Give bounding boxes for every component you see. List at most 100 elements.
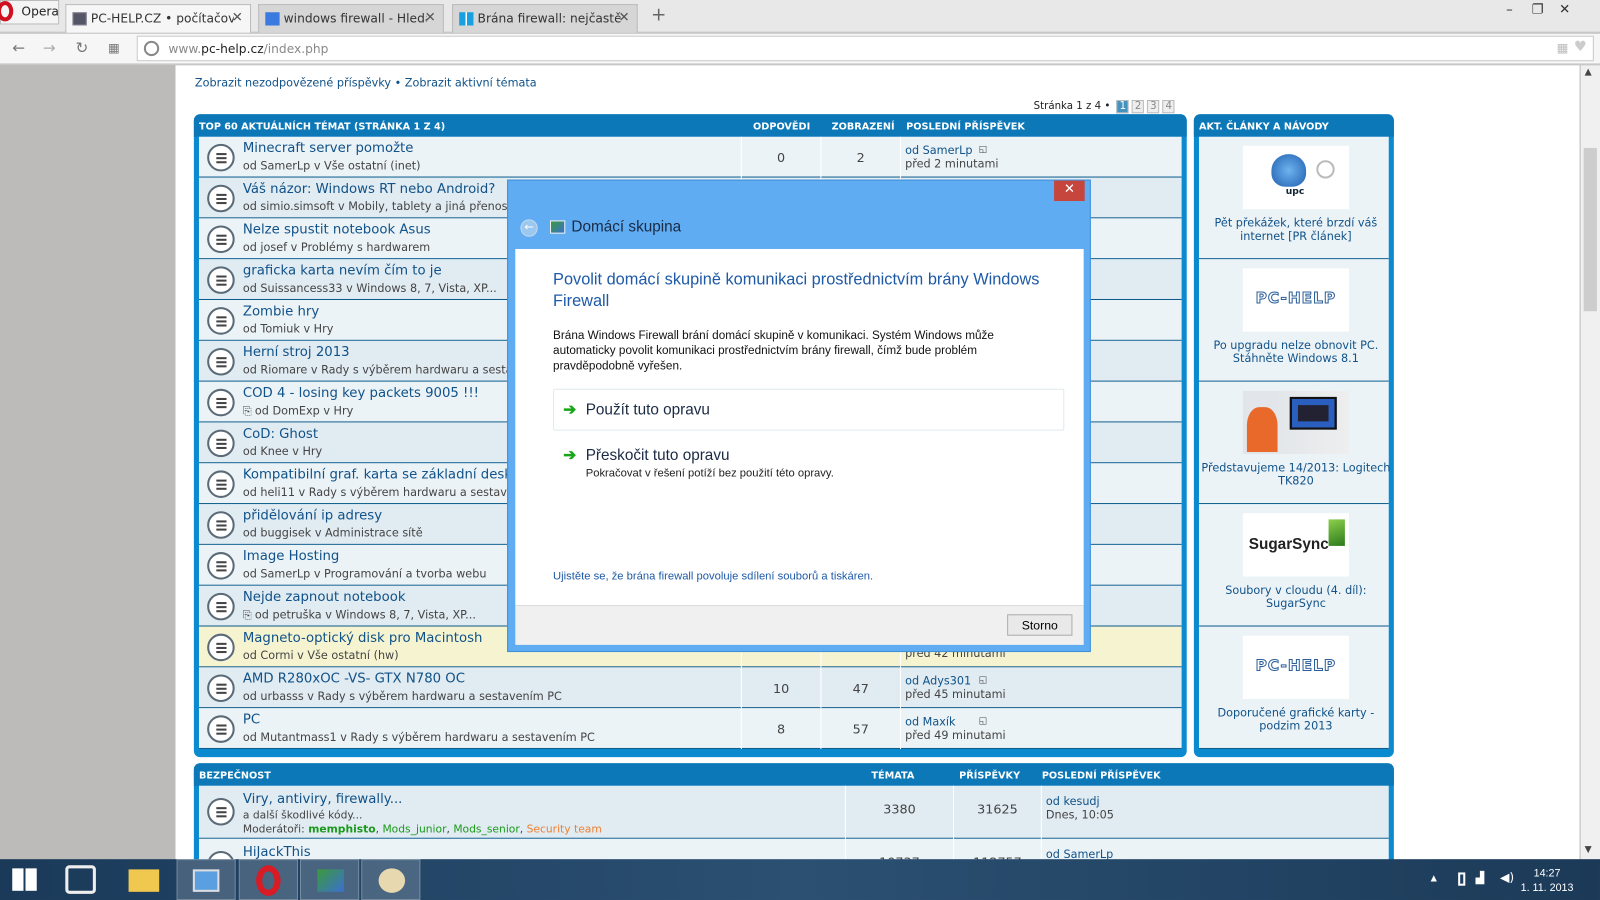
tray-expand-icon[interactable]: ▲: [1431, 873, 1437, 882]
topic-title-link[interactable]: přidělování ip adresy: [243, 508, 382, 523]
tab-label: PC-HELP.CZ • počítačové fórum: [90, 11, 234, 26]
article-card[interactable]: PC-HELP Doporučené grafické karty - podzi…: [1198, 626, 1389, 749]
last-post-author-link[interactable]: od Maxík: [905, 715, 1006, 728]
topic-title-link[interactable]: CoD: Ghost: [243, 427, 318, 442]
url-input[interactable]: www.pc-help.cz/index.php ▦ ♥: [136, 35, 1594, 62]
speed-dial-icon[interactable]: ▦: [108, 41, 120, 55]
article-title-link[interactable]: Doporučené grafické karty - podzim 2013: [1199, 706, 1393, 733]
tab-google[interactable]: windows firewall - Hledat Googlem✕: [258, 4, 444, 33]
taskbar-paint[interactable]: [361, 859, 421, 900]
moderator-link[interactable]: Mods_senior: [453, 823, 519, 835]
topic-title-link[interactable]: Minecraft server pomožte: [243, 141, 414, 156]
topic-row[interactable]: AMD R280xOC -VS- GTX N780 OC od urbasss v…: [198, 667, 1182, 709]
page-link-1[interactable]: 1: [1116, 99, 1129, 114]
article-image-pc-help[interactable]: PC-HELP: [1242, 268, 1349, 332]
topic-title-link[interactable]: graficka karta nevím čím to je: [243, 263, 442, 278]
lines-icon: [216, 561, 227, 572]
topic-title-link[interactable]: COD 4 - losing key packets 9005 !!!: [243, 386, 479, 401]
back-button[interactable]: ←: [12, 39, 25, 57]
view-latest-icon[interactable]: ◱: [979, 674, 988, 687]
taskbar-explorer[interactable]: [114, 859, 173, 900]
article-title-link[interactable]: Po upgradu nelze obnovit PC. Stáhněte Wi…: [1199, 339, 1393, 366]
maximize-button[interactable]: ❐: [1532, 2, 1544, 17]
view-latest-icon[interactable]: ◱: [979, 715, 988, 728]
close-tab-icon[interactable]: ✕: [618, 10, 629, 25]
taskbar-control-panel[interactable]: [176, 859, 236, 900]
article-title-link[interactable]: Pět překážek, které brzdí váš internet […: [1199, 216, 1393, 243]
dialog-close-button[interactable]: ✕: [1054, 180, 1085, 202]
reload-button[interactable]: ↻: [76, 39, 89, 57]
close-tab-icon[interactable]: ✕: [425, 10, 436, 25]
topic-title-link[interactable]: Magneto-optický disk pro Macintosh: [243, 631, 483, 646]
article-card[interactable]: SugarSync Soubory v cloudu (4. díl): Suga…: [1198, 504, 1389, 627]
topic-title-link[interactable]: Váš názor: Windows RT nebo Android?: [243, 182, 495, 197]
moderator-link[interactable]: memphisto: [308, 823, 375, 835]
apply-fix-option[interactable]: ➔ Použít tuto opravu: [553, 388, 1065, 431]
heart-icon[interactable]: ♥: [1574, 39, 1587, 55]
topic-meta-text: od petruška v Windows 8, 7, Vista, XP...: [254, 608, 476, 622]
forum-row[interactable]: Viry, antiviry, firewally... a další škod…: [198, 785, 1389, 839]
article-image-sugarsync[interactable]: SugarSync: [1242, 513, 1349, 577]
volume-icon[interactable]: ◀): [1500, 870, 1514, 884]
firewall-sharing-link[interactable]: Ujistěte se, že brána firewall povoluje …: [553, 570, 873, 582]
view-latest-icon[interactable]: ◱: [979, 144, 988, 157]
topic-title-link[interactable]: AMD R280xOC -VS- GTX N780 OC: [243, 671, 465, 686]
scroll-up-icon[interactable]: ▲: [1585, 67, 1592, 77]
forward-button[interactable]: →: [43, 39, 56, 57]
page-link-4[interactable]: 4: [1162, 99, 1175, 114]
forum-title-link[interactable]: HiJackThis: [243, 845, 311, 860]
topic-read-icon: [207, 633, 235, 662]
tab-pc-help[interactable]: PC-HELP.CZ • počítačové fórum✕: [65, 4, 252, 33]
close-tab-icon[interactable]: ✕: [232, 10, 243, 25]
close-window-button[interactable]: ✕: [1559, 2, 1570, 17]
cancel-button[interactable]: Storno: [1007, 614, 1073, 636]
topic-title-link[interactable]: Kompatibilní graf. karta se základní des…: [243, 467, 528, 482]
topic-title-link[interactable]: Herní stroj 2013: [243, 345, 350, 360]
minimize-button[interactable]: –: [1506, 2, 1513, 17]
topic-title-link[interactable]: Image Hosting: [243, 549, 339, 564]
back-arrow-icon[interactable]: ←: [520, 219, 538, 237]
moderator-link[interactable]: Security team: [527, 823, 602, 835]
page-link-3[interactable]: 3: [1147, 99, 1160, 114]
taskbar-troubleshooter[interactable]: [299, 859, 360, 900]
battery-icon[interactable]: [1458, 872, 1466, 886]
article-card[interactable]: Představujeme 14/2013: Logitech TK820: [1198, 381, 1390, 505]
site-info-icon[interactable]: [143, 40, 160, 57]
topic-row[interactable]: Minecraft server pomožte od SamerLp v Vše…: [198, 136, 1182, 178]
moderator-link[interactable]: Mods_junior: [382, 823, 446, 835]
topic-title-link[interactable]: Nelze spustit notebook Asus: [243, 222, 431, 237]
article-title-link[interactable]: Představujeme 14/2013: Logitech TK820: [1199, 461, 1393, 488]
homegroup-icon: [317, 869, 344, 892]
new-tab-button[interactable]: +: [651, 4, 666, 25]
article-title-link[interactable]: Soubory v cloudu (4. díl): SugarSync: [1199, 584, 1393, 611]
taskbar-opera[interactable]: [238, 859, 298, 900]
article-image-pc-help[interactable]: PC-HELP: [1242, 635, 1349, 699]
topic-row[interactable]: PC od Mutantmass1 v Rady s výběrem hardwa…: [198, 708, 1182, 749]
active-topics-link[interactable]: Zobrazit aktivní témata: [405, 77, 537, 90]
lines-icon: [216, 642, 227, 654]
topic-read-icon: [207, 470, 235, 498]
posts-count: 31625: [953, 785, 1041, 839]
article-card[interactable]: PC-HELP Po upgradu nelze obnovit PC. Stáh…: [1198, 259, 1389, 382]
opera-menu-button[interactable]: Opera: [0, 0, 60, 25]
clock[interactable]: 14:27 1. 11. 2013: [1521, 866, 1574, 895]
article-image-photo[interactable]: [1242, 390, 1349, 455]
topic-title-link[interactable]: Zombie hry: [243, 304, 319, 319]
start-button[interactable]: [0, 859, 59, 900]
last-post-author-link[interactable]: od Adys301: [905, 674, 1006, 687]
topic-title-link[interactable]: PC: [243, 712, 260, 727]
scroll-down-icon[interactable]: ▼: [1585, 845, 1592, 855]
stash-icon[interactable]: ▦: [1557, 41, 1569, 55]
scrollbar-thumb[interactable]: [1583, 147, 1597, 312]
skip-fix-option[interactable]: ➔ Přeskočit tuto opravu Pokračovat v řeš…: [553, 435, 1064, 484]
unanswered-posts-link[interactable]: Zobrazit nezodpovězené příspěvky: [195, 77, 391, 90]
last-post-author-link[interactable]: od kesudj: [1046, 795, 1114, 808]
page-link-2[interactable]: 2: [1132, 99, 1145, 114]
article-card[interactable]: upc Pět překážek, které brzdí váš interne…: [1198, 136, 1389, 260]
topic-title-link[interactable]: Nejde zapnout notebook: [243, 590, 406, 605]
taskbar-app[interactable]: [53, 859, 112, 900]
forum-title-link[interactable]: Viry, antiviry, firewally...: [243, 792, 403, 807]
article-image-upc[interactable]: upc: [1242, 145, 1349, 210]
tab-firewall-faq[interactable]: Brána firewall: nejčastější dotazy✕: [452, 4, 638, 33]
network-icon[interactable]: ▟: [1475, 871, 1484, 884]
